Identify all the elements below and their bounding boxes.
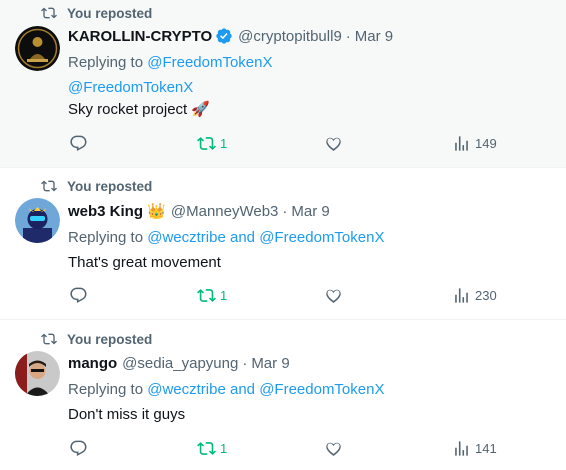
like-button[interactable]: [324, 286, 343, 305]
reply-button[interactable]: [69, 439, 88, 458]
repost-indicator: You reposted: [41, 4, 152, 22]
repost-count: 1: [220, 136, 228, 151]
separator-dot: ·: [242, 354, 248, 372]
tweet-text: Don't miss it guys: [68, 405, 186, 423]
tweet-3[interactable]: You reposted mango @sedia_yapyung · Mar …: [0, 320, 566, 470]
separator-dot: ·: [345, 27, 351, 45]
replying-to: Replying to @wecztribe and @FreedomToken…: [68, 378, 384, 400]
mention-link[interactable]: @FreedomTokenX: [68, 79, 193, 96]
views-count: 230: [475, 288, 497, 303]
replying-to-continued: @FreedomTokenX: [68, 76, 193, 98]
replying-prefix: Replying to: [68, 53, 144, 71]
mention-link[interactable]: @FreedomTokenX: [147, 54, 272, 71]
replying-to: Replying to @wecztribe and @FreedomToken…: [68, 226, 384, 248]
avatar[interactable]: [15, 198, 60, 243]
action-bar: 1 230: [0, 286, 566, 308]
repost-button[interactable]: 1: [197, 134, 227, 153]
reply-icon: [70, 440, 87, 456]
mention-link[interactable]: @FreedomTokenX: [259, 229, 384, 246]
views-icon: [455, 136, 468, 151]
handle[interactable]: @sedia_yapyung: [122, 355, 238, 372]
action-bar: 1 149: [0, 134, 566, 156]
tweet-text: Sky rocket project 🚀: [68, 101, 211, 118]
reply-icon: [70, 287, 87, 303]
handle[interactable]: @ManneyWeb3: [171, 203, 279, 220]
replying-prefix: Replying to: [68, 380, 144, 398]
tweet-2[interactable]: You reposted web3 King 👑 @ManneyWeb3 · M…: [0, 168, 566, 320]
like-icon: [326, 442, 341, 456]
repost-count: 1: [220, 288, 228, 303]
repost-icon: [41, 180, 57, 192]
tweet-header: web3 King 👑 @ManneyWeb3 · Mar 9: [68, 200, 330, 222]
crown-emoji: 👑: [147, 203, 166, 220]
handle[interactable]: @cryptopitbull9: [238, 28, 342, 45]
repost-label: You reposted: [67, 331, 153, 347]
tweet-text: That's great movement: [68, 253, 221, 271]
repost-icon: [197, 137, 216, 150]
conjunction: and: [229, 228, 256, 246]
avatar[interactable]: [15, 26, 60, 71]
views-button[interactable]: 141: [452, 439, 497, 458]
views-count: 141: [475, 441, 497, 456]
reply-button[interactable]: [69, 286, 88, 305]
repost-button[interactable]: 1: [197, 439, 227, 458]
views-button[interactable]: 230: [452, 286, 497, 305]
mention-link[interactable]: @FreedomTokenX: [259, 381, 384, 398]
display-name[interactable]: KAROLLIN-CRYPTO: [68, 28, 212, 45]
replying-to: Replying to @FreedomTokenX: [68, 51, 273, 73]
tweet-header: KAROLLIN-CRYPTO @cryptopitbull9 · Mar 9: [68, 25, 393, 47]
like-icon: [326, 289, 341, 303]
verified-badge-icon: [215, 27, 233, 45]
like-button[interactable]: [324, 134, 343, 153]
display-name[interactable]: mango: [68, 355, 117, 372]
conjunction: and: [229, 380, 256, 398]
repost-indicator: You reposted: [41, 177, 152, 195]
separator-dot: ·: [282, 202, 288, 220]
display-name[interactable]: web3 King 👑: [68, 202, 166, 220]
action-bar: 1 141: [0, 439, 566, 461]
tweet-1[interactable]: You reposted KAROLLIN-CRYPTO @cryptopitb…: [0, 0, 566, 168]
reply-button[interactable]: [69, 134, 88, 153]
replying-prefix: Replying to: [68, 228, 144, 246]
repost-indicator: You reposted: [41, 330, 152, 348]
repost-label: You reposted: [67, 5, 153, 21]
views-icon: [455, 288, 468, 303]
repost-icon: [197, 442, 216, 455]
repost-button[interactable]: 1: [197, 286, 227, 305]
tweet-date[interactable]: Mar 9: [291, 203, 329, 220]
tweet-date[interactable]: Mar 9: [251, 355, 289, 372]
like-icon: [326, 137, 341, 151]
mention-link[interactable]: @wecztribe: [147, 381, 226, 398]
avatar[interactable]: [15, 351, 60, 396]
views-icon: [455, 441, 468, 456]
mention-link[interactable]: @wecztribe: [147, 229, 226, 246]
like-button[interactable]: [324, 439, 343, 458]
repost-label: You reposted: [67, 178, 153, 194]
repost-count: 1: [220, 441, 228, 456]
repost-icon: [41, 333, 57, 345]
views-count: 149: [475, 136, 497, 151]
reply-icon: [70, 135, 87, 151]
tweet-date[interactable]: Mar 9: [355, 28, 393, 45]
repost-icon: [41, 7, 57, 19]
repost-icon: [197, 289, 216, 302]
tweet-header: mango @sedia_yapyung · Mar 9: [68, 352, 290, 374]
views-button[interactable]: 149: [452, 134, 497, 153]
